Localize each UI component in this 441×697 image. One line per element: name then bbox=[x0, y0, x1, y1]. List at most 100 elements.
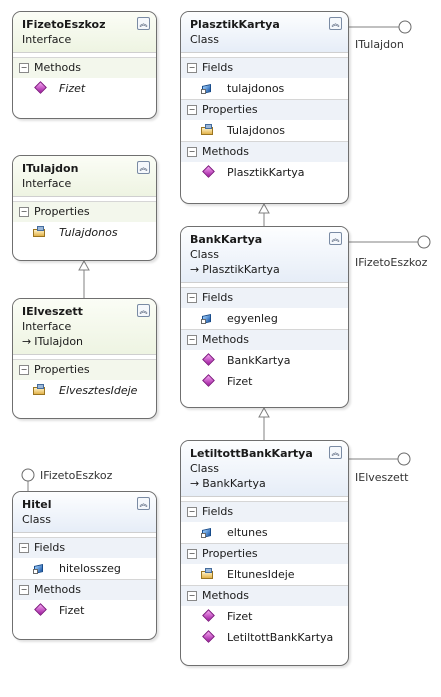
hitel-class[interactable]: Hitel Class ︽ − Fields hitelosszeg − Metho… bbox=[12, 491, 157, 640]
letiltottbankkartya-class[interactable]: LetiltottBankKartya Class → BankKartya ︽ … bbox=[180, 440, 349, 666]
method-icon bbox=[33, 603, 47, 616]
lollipop-circle-hitel bbox=[21, 468, 35, 482]
collapse-minus-icon[interactable]: − bbox=[19, 543, 29, 553]
member-method[interactable]: Fizet bbox=[181, 606, 348, 627]
properties-section-title[interactable]: − Properties bbox=[13, 359, 156, 380]
methods-section-title[interactable]: − Methods bbox=[181, 141, 348, 162]
shape-kind: Interface bbox=[22, 177, 72, 190]
methods-section-title[interactable]: − Methods bbox=[13, 579, 156, 600]
properties-section-title[interactable]: − Properties bbox=[181, 99, 348, 120]
shape-kind: Interface bbox=[22, 33, 72, 46]
inherits-arrow-icon: → bbox=[22, 335, 32, 348]
collapse-chevron-icon[interactable]: ︽ bbox=[329, 446, 342, 459]
shape-base: → ITulajdon bbox=[22, 335, 84, 348]
fields-section-title[interactable]: − Fields bbox=[13, 537, 156, 558]
shape-name: LetiltottBankKartya bbox=[190, 447, 313, 460]
member-property[interactable]: ElvesztesIdeje bbox=[13, 380, 156, 401]
lollipop-label-hitel: IFizetoEszkoz bbox=[40, 469, 113, 482]
member-method[interactable]: Fizet bbox=[13, 600, 156, 621]
shape-header: IElveszett Interface → ITulajdon ︽ bbox=[13, 299, 156, 355]
inheritance-arrowhead-bank bbox=[258, 406, 270, 418]
collapse-minus-icon[interactable]: − bbox=[187, 335, 197, 345]
property-icon bbox=[201, 124, 215, 136]
member-field[interactable]: egyenleg bbox=[181, 308, 348, 329]
shape-name: IFizetoEszkoz bbox=[22, 18, 106, 31]
lollipop-circle-letiltott bbox=[397, 452, 411, 466]
properties-section-title[interactable]: − Properties bbox=[13, 201, 156, 222]
method-icon bbox=[201, 630, 215, 643]
lollipop-label-letiltott: IElveszett bbox=[355, 471, 409, 484]
itulajdon-interface[interactable]: ITulajdon Interface ︽ − Properties Tulajd… bbox=[12, 155, 157, 261]
shape-kind: Class bbox=[22, 513, 51, 526]
collapse-minus-icon[interactable]: − bbox=[187, 293, 197, 303]
member-property[interactable]: Tulajdonos bbox=[13, 222, 156, 243]
methods-section-title[interactable]: − Methods bbox=[181, 329, 348, 350]
member-field[interactable]: hitelosszeg bbox=[13, 558, 156, 579]
shape-kind: Class bbox=[190, 462, 219, 475]
method-icon bbox=[201, 374, 215, 387]
collapse-minus-icon[interactable]: − bbox=[187, 549, 197, 559]
collapse-chevron-icon[interactable]: ︽ bbox=[137, 161, 150, 174]
property-icon bbox=[33, 226, 47, 238]
member-property[interactable]: Tulajdonos bbox=[181, 120, 348, 141]
member-field[interactable]: tulajdonos bbox=[181, 78, 348, 99]
member-method[interactable]: LetiltottBankKartya bbox=[181, 627, 348, 648]
collapse-chevron-icon[interactable]: ︽ bbox=[137, 497, 150, 510]
bankkartya-class[interactable]: BankKartya Class → PlasztikKartya ︽ − Fiel… bbox=[180, 226, 349, 408]
field-icon bbox=[33, 562, 47, 574]
collapse-chevron-icon[interactable]: ︽ bbox=[329, 232, 342, 245]
lollipop-label-bank: IFizetoEszkoz bbox=[355, 256, 428, 269]
member-field[interactable]: eltunes bbox=[181, 522, 348, 543]
lollipop-label-plasztik: ITulajdon bbox=[355, 38, 404, 51]
inherits-arrow-icon: → bbox=[190, 263, 200, 276]
field-icon bbox=[201, 312, 215, 324]
shape-name: PlasztikKartya bbox=[190, 18, 280, 31]
shape-kind: Class bbox=[190, 33, 219, 46]
collapse-minus-icon[interactable]: − bbox=[187, 147, 197, 157]
collapse-minus-icon[interactable]: − bbox=[187, 63, 197, 73]
lollipop-circle-plasztik bbox=[398, 20, 412, 34]
property-icon bbox=[33, 384, 47, 396]
member-property[interactable]: EltunesIdeje bbox=[181, 564, 348, 585]
shape-kind: Class bbox=[190, 248, 219, 261]
collapse-minus-icon[interactable]: − bbox=[187, 591, 197, 601]
ifizetoeszkoz-interface[interactable]: IFizetoEszkoz Interface ︽ − Methods Fizet bbox=[12, 11, 157, 119]
method-icon bbox=[201, 609, 215, 622]
fields-section-title[interactable]: − Fields bbox=[181, 57, 348, 78]
shape-kind: Interface bbox=[22, 320, 72, 333]
member-method[interactable]: Fizet bbox=[13, 78, 156, 99]
fields-section-title[interactable]: − Fields bbox=[181, 501, 348, 522]
shape-header: Hitel Class ︽ bbox=[13, 492, 156, 533]
methods-section-title[interactable]: − Methods bbox=[181, 585, 348, 606]
shape-header: ITulajdon Interface ︽ bbox=[13, 156, 156, 197]
collapse-minus-icon[interactable]: − bbox=[19, 63, 29, 73]
shape-name: Hitel bbox=[22, 498, 52, 511]
method-icon bbox=[201, 353, 215, 366]
collapse-minus-icon[interactable]: − bbox=[19, 207, 29, 217]
inheritance-arrowhead-itulajdon bbox=[78, 259, 90, 271]
member-method[interactable]: PlasztikKartya bbox=[181, 162, 348, 183]
collapse-chevron-icon[interactable]: ︽ bbox=[137, 17, 150, 30]
collapse-minus-icon[interactable]: − bbox=[187, 507, 197, 517]
shape-header: IFizetoEszkoz Interface ︽ bbox=[13, 12, 156, 53]
inheritance-arrowhead-plasztik bbox=[258, 202, 270, 214]
inherits-arrow-icon: → bbox=[190, 477, 200, 490]
plasztikkartya-class[interactable]: PlasztikKartya Class ︽ − Fields tulajdono… bbox=[180, 11, 349, 204]
shape-header: BankKartya Class → PlasztikKartya ︽ bbox=[181, 227, 348, 283]
collapse-minus-icon[interactable]: − bbox=[187, 105, 197, 115]
properties-section-title[interactable]: − Properties bbox=[181, 543, 348, 564]
collapse-chevron-icon[interactable]: ︽ bbox=[137, 304, 150, 317]
collapse-chevron-icon[interactable]: ︽ bbox=[329, 17, 342, 30]
methods-section-title[interactable]: − Methods bbox=[13, 57, 156, 78]
shape-base: → PlasztikKartya bbox=[190, 263, 280, 276]
member-method[interactable]: Fizet bbox=[181, 371, 348, 392]
shape-name: BankKartya bbox=[190, 233, 263, 246]
fields-section-title[interactable]: − Fields bbox=[181, 287, 348, 308]
shape-header: PlasztikKartya Class ︽ bbox=[181, 12, 348, 53]
ielveszett-interface[interactable]: IElveszett Interface → ITulajdon ︽ − Prope… bbox=[12, 298, 157, 419]
lollipop-circle-bank bbox=[417, 235, 431, 249]
method-icon bbox=[201, 165, 215, 178]
member-method[interactable]: BankKartya bbox=[181, 350, 348, 371]
collapse-minus-icon[interactable]: − bbox=[19, 365, 29, 375]
collapse-minus-icon[interactable]: − bbox=[19, 585, 29, 595]
